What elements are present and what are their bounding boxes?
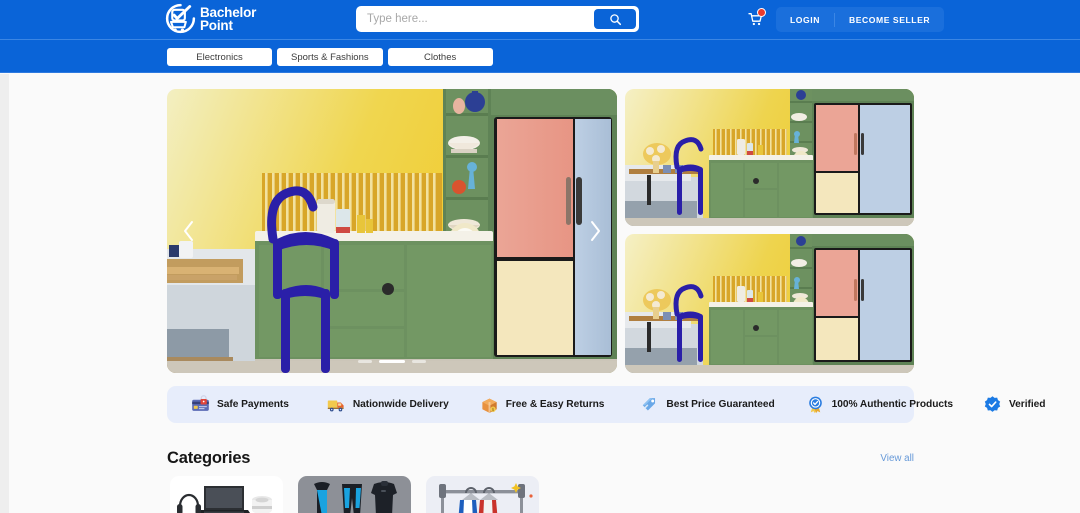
electronics-image (170, 476, 283, 513)
category-tabs: Electronics Sports & Fashions Clothes (167, 48, 493, 66)
verified-check-icon (984, 396, 1001, 412)
header-actions: LOGIN BECOME SELLER (742, 4, 945, 35)
feature-nationwide-delivery: Nationwide Delivery (327, 395, 449, 414)
thumbnail-1-image (625, 89, 914, 226)
feature-label-nationwide-delivery: Nationwide Delivery (352, 399, 449, 410)
feature-free-easy-returns: $ Free & Easy Returns (480, 395, 605, 414)
carousel-dot-2[interactable] (379, 360, 405, 363)
features-bar: Safe Payments Nationwide Delivery $ Free… (167, 386, 1045, 423)
hero-thumbnail-1[interactable] (625, 89, 914, 226)
cart-button[interactable] (742, 7, 768, 32)
category-nav-strip (0, 40, 1080, 73)
search-icon (609, 13, 621, 25)
brand-logo[interactable]: Bachelor Point (165, 3, 256, 34)
page-root: Bachelor Point LOGIN BECOME SELLER (0, 0, 1080, 513)
feature-best-price-guaranteed: Best Price Guaranteed (640, 395, 775, 414)
category-card-electronics[interactable] (170, 476, 283, 513)
search-input[interactable] (356, 13, 594, 25)
left-edge-rail (0, 74, 9, 513)
package-box-icon: $ (482, 398, 497, 413)
nav-bottom-divider (0, 72, 1080, 73)
carousel-next-button[interactable] (582, 218, 608, 244)
brand-name-line2: Point (200, 17, 233, 33)
categories-header: Categories View all (167, 449, 914, 468)
category-card-sports[interactable] (298, 476, 411, 513)
auth-button-group: LOGIN BECOME SELLER (776, 7, 945, 32)
tab-sports-fashions[interactable]: Sports & Fashions (277, 48, 383, 66)
chevron-right-icon (591, 221, 600, 241)
feature-verified: Verified (983, 395, 1045, 414)
chevron-left-icon (184, 221, 193, 241)
become-seller-button[interactable]: BECOME SELLER (835, 9, 944, 31)
cart-check-logo-icon (165, 3, 196, 34)
brand-name: Bachelor Point (200, 5, 256, 33)
hero-carousel[interactable] (167, 89, 617, 373)
feature-label-free-easy-returns: Free & Easy Returns (505, 399, 605, 410)
category-card-clothes[interactable] (426, 476, 539, 513)
tab-electronics[interactable]: Electronics (167, 48, 272, 66)
sports-apparel-image (298, 476, 411, 513)
thumbnail-2-image (625, 234, 914, 373)
login-button[interactable]: LOGIN (776, 9, 834, 31)
carousel-dot-1[interactable] (358, 360, 372, 363)
view-all-link[interactable]: View all (880, 453, 914, 464)
cart-badge (757, 7, 766, 17)
credit-card-lock-icon (192, 395, 209, 411)
feature-label-safe-payments: Safe Payments (217, 399, 289, 410)
carousel-dot-3[interactable] (412, 360, 426, 363)
carousel-indicators (358, 360, 426, 363)
search-bar[interactable] (356, 6, 639, 32)
search-button[interactable] (594, 9, 636, 29)
page-title: Categories (167, 449, 251, 467)
carousel-prev-button[interactable] (176, 218, 202, 244)
feature-safe-payments: Safe Payments (191, 395, 289, 414)
delivery-truck-icon (327, 400, 344, 412)
tab-clothes[interactable]: Clothes (387, 48, 493, 66)
clothes-rack-image (426, 476, 539, 513)
feature-label-authentic-products: 100% Authentic Products (831, 399, 953, 410)
feature-label-best-price-guaranteed: Best Price Guaranteed (666, 399, 775, 410)
hero-thumbnail-2[interactable] (625, 234, 914, 373)
price-tag-icon (643, 398, 656, 411)
feature-authentic-products: 100% Authentic Products (806, 395, 953, 414)
category-card-list (170, 476, 539, 513)
award-badge-icon (808, 396, 822, 414)
hero-slide-image (167, 89, 617, 373)
feature-label-verified: Verified (1008, 399, 1046, 410)
